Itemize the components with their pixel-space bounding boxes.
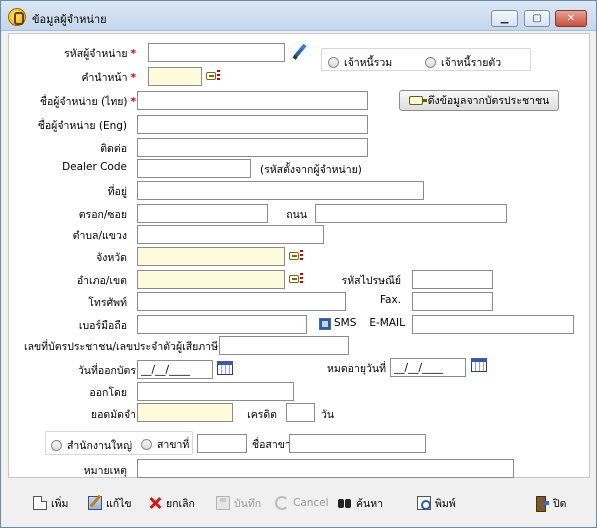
- road-label: ถนน: [286, 209, 307, 221]
- name-th-input[interactable]: [137, 91, 368, 110]
- search-button[interactable]: ค้นหา: [338, 494, 383, 512]
- void-button[interactable]: ยกเลิก: [148, 494, 195, 512]
- address-input[interactable]: [137, 181, 424, 200]
- province-label: จังหวัด: [96, 252, 127, 264]
- district-lookup-icon[interactable]: [289, 273, 303, 285]
- edit-button[interactable]: แก้ไข: [88, 494, 132, 512]
- id-card-input[interactable]: [219, 336, 349, 355]
- radio-dot: [51, 440, 62, 451]
- vendor-code-input[interactable]: [148, 43, 285, 62]
- vendor-code-label: รหัสผู้จำหน่าย *: [64, 48, 136, 60]
- dealer-code-input[interactable]: [137, 159, 251, 178]
- branch-no-input[interactable]: [197, 434, 247, 453]
- prefix-label: คำนำหน้า *: [81, 72, 137, 84]
- app-icon: [8, 8, 26, 26]
- prefix-lookup-icon[interactable]: [206, 70, 220, 82]
- cancel-button[interactable]: Cancel: [275, 494, 329, 512]
- credit-input[interactable]: [286, 403, 315, 422]
- exit-door-icon: [535, 496, 549, 512]
- fax-input[interactable]: [412, 292, 493, 311]
- dealer-code-label: Dealer Code: [62, 161, 127, 173]
- lane-label: ตรอก/ซอย: [78, 209, 127, 221]
- province-lookup-icon[interactable]: [289, 250, 303, 262]
- note-input[interactable]: [137, 459, 514, 478]
- sms-label: SMS: [334, 317, 357, 329]
- contact-input[interactable]: [137, 138, 368, 157]
- edit-code-icon[interactable]: [291, 44, 307, 60]
- expire-date-input[interactable]: [390, 358, 466, 377]
- add-button[interactable]: เพิ่ม: [33, 494, 68, 512]
- bottom-toolbar: เพิ่ม แก้ไข ยกเลิก บันทึก Cancel ค้นหา พ…: [8, 482, 590, 524]
- name-en-label: ชื่อผู้จำหน่าย (Eng): [37, 120, 127, 132]
- maximize-button[interactable]: ▢: [524, 10, 550, 27]
- mobile-label: เบอร์มือถือ: [78, 320, 127, 332]
- branch-name-label: ชื่อสาขา: [252, 439, 291, 451]
- dealer-code-hint: (รหัสตั้งจากผู้จำหน่าย): [260, 164, 362, 176]
- email-input[interactable]: [412, 315, 574, 334]
- name-en-input[interactable]: [137, 115, 368, 134]
- credit-unit: วัน: [321, 409, 335, 421]
- form-panel: รหัสผู้จำหน่าย * เจ้าหนี้รวม เจ้าหนี้รายต…: [8, 33, 590, 478]
- issued-by-input[interactable]: [137, 382, 294, 401]
- name-th-label: ชื่อผู้จำหน่าย (ไทย) *: [39, 96, 136, 108]
- phone-input[interactable]: [137, 292, 346, 311]
- issued-by-label: ออกโดย: [89, 387, 127, 399]
- deposit-label: ยอดมัดจำ: [90, 409, 136, 421]
- postcode-input[interactable]: [412, 270, 493, 289]
- postcode-label: รหัสไปรษณีย์: [341, 275, 401, 287]
- edit-icon: [88, 496, 102, 510]
- note-label: หมายเหตุ: [83, 465, 127, 477]
- save-disk-icon: [216, 496, 230, 510]
- address-label: ที่อยู่: [107, 186, 127, 198]
- radio-individual[interactable]: เจ้าหนี้รายตัว: [425, 54, 501, 71]
- expire-calendar-icon[interactable]: [471, 358, 487, 372]
- minimize-button[interactable]: ▁: [491, 10, 518, 27]
- district-input[interactable]: [137, 270, 285, 289]
- debtor-type-group: เจ้าหนี้รวม เจ้าหนี้รายตัว: [321, 48, 531, 71]
- save-button[interactable]: บันทึก: [216, 494, 261, 512]
- branch-name-input[interactable]: [289, 434, 426, 453]
- phone-label: โทรศัพท์: [88, 297, 127, 309]
- subdistrict-label: ตำบล/แขวง: [72, 230, 127, 242]
- radio-dot: [425, 57, 436, 68]
- district-label: อำเภอ/เขต: [76, 275, 127, 287]
- email-label: E-MAIL: [369, 317, 405, 329]
- lane-input[interactable]: [137, 204, 268, 223]
- issue-date-label: วันที่ออกบัตร: [77, 365, 136, 377]
- hand-pointer-icon: [408, 96, 427, 105]
- mobile-input[interactable]: [137, 315, 307, 334]
- vendor-window: ข้อมูลผู้จำหน่าย ▁ ▢ ✕ รหัสผู้จำหน่าย * เ…: [0, 0, 597, 528]
- deposit-input[interactable]: [137, 403, 233, 422]
- close-window-button[interactable]: ✕: [555, 10, 587, 27]
- delete-x-icon: [148, 496, 162, 510]
- radio-combined[interactable]: เจ้าหนี้รวม: [328, 54, 392, 71]
- title-bar[interactable]: ข้อมูลผู้จำหน่าย ▁ ▢ ✕: [1, 1, 596, 31]
- subdistrict-input[interactable]: [137, 225, 324, 244]
- issue-calendar-icon[interactable]: [217, 361, 233, 375]
- radio-branch[interactable]: สาขาที่: [141, 436, 189, 453]
- read-id-card-button[interactable]: ดึงข้อมูลจากบัตรประชาชน: [399, 90, 559, 111]
- expire-date-label: หมดอายุวันที่: [326, 363, 386, 375]
- radio-dot: [141, 439, 152, 450]
- undo-icon: [275, 496, 289, 510]
- print-button[interactable]: พิมพ์: [417, 494, 456, 512]
- print-preview-icon: [417, 496, 431, 510]
- sms-checkbox[interactable]: [319, 318, 331, 330]
- prefix-input[interactable]: [148, 67, 202, 86]
- contact-label: ติดต่อ: [100, 143, 127, 155]
- credit-label: เครดิต: [247, 409, 277, 421]
- radio-dot: [328, 57, 339, 68]
- binoculars-icon: [338, 496, 352, 510]
- new-document-icon: [33, 496, 47, 510]
- radio-head-office[interactable]: สำนักงานใหญ่: [51, 437, 132, 454]
- id-card-label: เลขที่บัตรประชาชน/เลขประจำตัวผู้เสียภาษี: [23, 341, 218, 353]
- province-input[interactable]: [137, 247, 285, 266]
- fax-label: Fax.: [379, 294, 401, 306]
- road-input[interactable]: [315, 204, 507, 223]
- window-title: ข้อมูลผู้จำหน่าย: [32, 13, 107, 26]
- close-button[interactable]: ปิด: [535, 494, 566, 512]
- issue-date-input[interactable]: [137, 360, 213, 379]
